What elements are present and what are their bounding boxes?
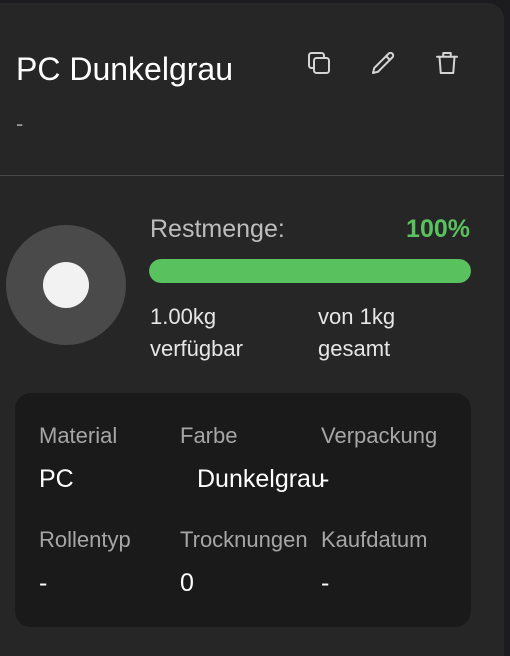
- remaining-progress-bar: [149, 259, 471, 283]
- duplicate-button[interactable]: [301, 45, 337, 81]
- available-stat: 1.00kg verfügbar: [150, 301, 243, 365]
- drying-label: Trocknungen: [180, 527, 308, 552]
- progress-fill: [149, 259, 471, 283]
- copy-icon: [308, 52, 330, 74]
- pencil-icon: [372, 51, 395, 74]
- total-label: gesamt: [318, 336, 391, 361]
- color-label: Farbe: [180, 423, 238, 448]
- delete-button[interactable]: [429, 45, 465, 81]
- drying-value: 0: [180, 569, 194, 597]
- header-divider: [0, 175, 504, 176]
- spool-hole: [43, 262, 89, 308]
- packaging-label: Verpackung: [321, 423, 438, 448]
- remaining-label: Restmenge:: [150, 215, 285, 243]
- spool-icon: [6, 225, 126, 345]
- material-value: PC: [39, 465, 74, 493]
- spool-type-value: -: [39, 569, 48, 597]
- available-value: 1.00kg: [150, 304, 217, 329]
- total-value: von 1kg: [318, 304, 396, 329]
- packaging-value: -: [321, 465, 330, 493]
- purchase-date-label: Kaufdatum: [321, 527, 428, 552]
- spool-type-label: Rollentyp: [39, 527, 131, 552]
- filament-card: PC Dunkelgrau - Restmenge: 100% 1.00kg v…: [0, 3, 504, 656]
- purchase-date-value: -: [321, 569, 330, 597]
- color-value: Dunkelgrau: [197, 465, 325, 493]
- available-label: verfügbar: [150, 336, 243, 361]
- subtitle: -: [16, 111, 24, 136]
- page-title: PC Dunkelgrau: [16, 51, 233, 87]
- remaining-percent: 100%: [406, 215, 470, 243]
- material-label: Material: [39, 423, 118, 448]
- details-panel: Material PC Farbe Dunkelgrau Verpackung …: [15, 393, 471, 627]
- total-stat: von 1kg gesamt: [318, 301, 395, 365]
- trash-icon: [436, 52, 458, 74]
- edit-button[interactable]: [365, 45, 401, 81]
